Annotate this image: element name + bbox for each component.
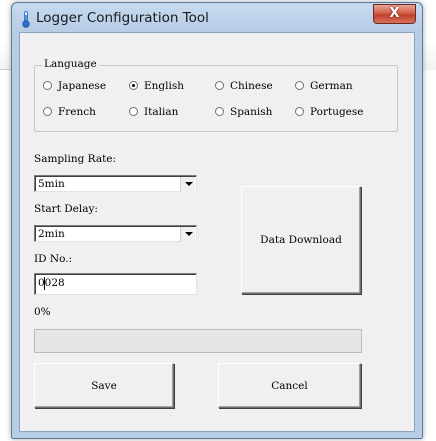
logger-config-window: Logger Configuration Tool X Language Jap… — [11, 2, 423, 439]
text-caret — [44, 277, 45, 290]
radio-italian[interactable]: Italian — [129, 106, 178, 118]
radio-circle — [43, 107, 52, 116]
radio-portugese[interactable]: Portugese — [295, 106, 364, 118]
radio-label: Portugese — [310, 106, 364, 118]
radio-circle — [129, 107, 138, 116]
radio-spanish[interactable]: Spanish — [215, 106, 272, 118]
progress-bar — [34, 329, 362, 353]
start-delay-value: 2min — [38, 228, 65, 240]
radio-label: English — [144, 80, 185, 92]
sampling-rate-label: Sampling Rate: — [34, 153, 117, 165]
radio-circle — [295, 107, 304, 116]
language-group: Language Japanese English Chinese German… — [34, 58, 398, 132]
radio-circle — [215, 81, 224, 90]
chevron-down-icon[interactable] — [180, 177, 195, 192]
radio-circle-checked — [129, 81, 138, 90]
id-no-input[interactable]: 0028 — [34, 273, 197, 295]
id-no-value: 0028 — [38, 277, 65, 289]
title-bar[interactable]: Logger Configuration Tool X — [12, 3, 422, 33]
chevron-down-icon[interactable] — [180, 227, 195, 242]
language-legend: Language — [42, 58, 99, 70]
radio-french[interactable]: French — [43, 106, 96, 118]
radio-japanese[interactable]: Japanese — [43, 80, 106, 92]
radio-label: Italian — [144, 106, 179, 118]
save-button[interactable]: Save — [34, 363, 174, 408]
radio-chinese[interactable]: Chinese — [215, 80, 273, 92]
radio-circle — [215, 107, 224, 116]
radio-label: Spanish — [230, 106, 273, 118]
progress-percent-label: 0% — [34, 306, 51, 318]
client-area: Language Japanese English Chinese German… — [19, 32, 415, 432]
start-delay-select[interactable]: 2min — [34, 225, 197, 242]
radio-label: French — [58, 106, 96, 118]
radio-circle — [295, 81, 304, 90]
id-no-label: ID No.: — [34, 253, 73, 265]
radio-circle — [43, 81, 52, 90]
radio-label: Japanese — [58, 80, 107, 92]
thermometer-icon — [22, 11, 30, 28]
radio-label: Chinese — [230, 80, 273, 92]
sampling-rate-value: 5min — [38, 178, 65, 190]
radio-label: German — [310, 80, 353, 92]
sampling-rate-select[interactable]: 5min — [34, 175, 197, 192]
start-delay-label: Start Delay: — [34, 203, 98, 215]
close-button[interactable]: X — [373, 4, 416, 24]
cancel-button[interactable]: Cancel — [218, 363, 361, 408]
radio-german[interactable]: German — [295, 80, 353, 92]
data-download-button[interactable]: Data Download — [241, 186, 361, 294]
radio-english[interactable]: English — [129, 80, 184, 92]
window-title: Logger Configuration Tool — [36, 10, 209, 26]
